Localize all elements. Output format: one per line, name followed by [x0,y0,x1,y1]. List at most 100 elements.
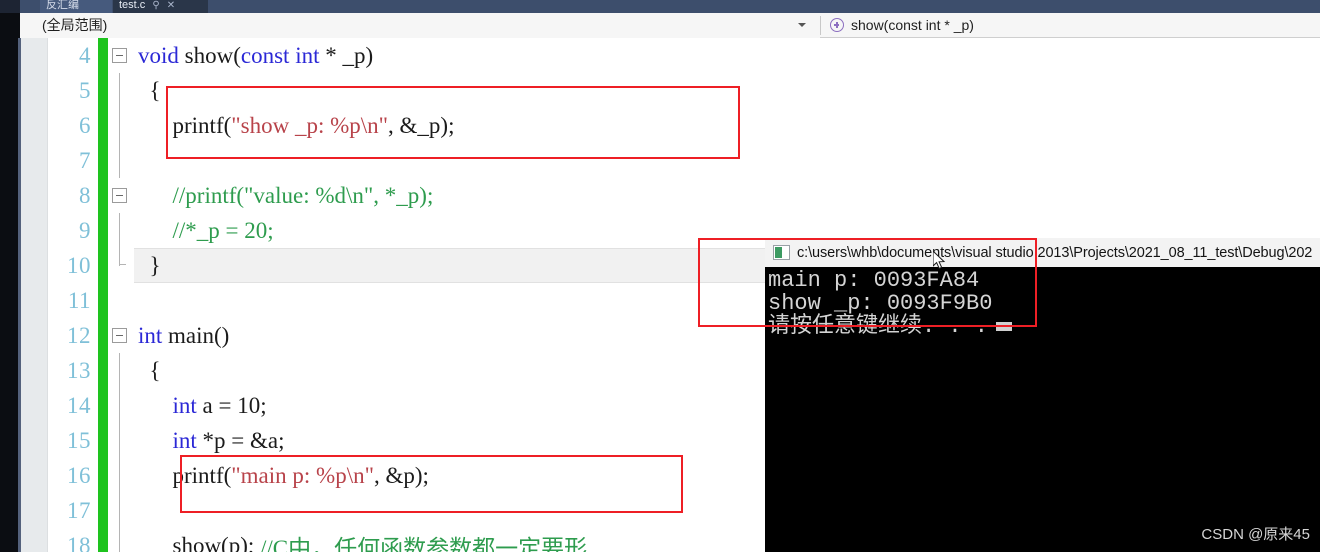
console-output: main p: 0093FA84 show _p: 0093F9B0 请按任意键继续… [765,267,1320,338]
console-cursor [996,321,1013,331]
token-pln: main() [162,322,230,348]
close-icon[interactable]: ✕ [167,0,175,11]
outlining-glyph-column[interactable] [108,108,134,143]
line-number: 12 [67,322,91,348]
code-text[interactable] [134,143,768,178]
outlining-glyph-column[interactable] [108,528,134,552]
code-text[interactable]: { [134,73,768,108]
code-line-11[interactable]: 11 [48,283,768,318]
tabstrip-left-filler [0,0,20,13]
token-str: "show _p: %p\n" [231,112,389,138]
code-line-14[interactable]: 14 int a = 10; [48,388,768,423]
console-window[interactable]: c:\users\whb\documents\visual studio 201… [765,238,1320,552]
code-line-15[interactable]: 15 int *p = &a; [48,423,768,458]
outlining-glyph-column[interactable] [108,458,134,493]
code-line-18[interactable]: 18 show(p); //C中，任何函数参数都一定要形 [48,528,768,552]
outlining-glyph-column[interactable] [108,73,134,108]
outlining-glyph-column[interactable] [108,178,134,213]
code-line-12[interactable]: 12 int main() [48,318,768,353]
outlining-glyph-column[interactable] [108,143,134,178]
change-indicator-bar [98,528,108,552]
console-title-bar[interactable]: c:\users\whb\documents\visual studio 201… [765,238,1320,267]
code-line-7[interactable]: 7 [48,143,768,178]
mouse-cursor-icon [933,251,946,270]
line-number: 4 [79,42,91,68]
outlining-glyph-column[interactable] [108,318,134,353]
change-indicator-bar [98,388,108,423]
fold-collapse-icon[interactable] [112,48,127,63]
code-text[interactable]: //printf("value: %d\n", *_p); [134,178,768,213]
window-left-dark-strip [0,13,20,552]
code-editor[interactable]: 4 void show(const int * _p) 5 {6 printf("s… [48,38,768,552]
code-text[interactable]: int main() [134,318,768,353]
change-indicator-bar [98,73,108,108]
code-line-9[interactable]: 9 //*_p = 20; [48,213,768,248]
code-line-5[interactable]: 5 { [48,73,768,108]
line-number: 8 [79,182,91,208]
token-pln: a = 10; [196,392,267,418]
fold-collapse-icon[interactable] [112,188,127,203]
code-line-17[interactable]: 17 [48,493,768,528]
token-pln: , &p); [373,462,429,488]
code-text[interactable]: show(p); //C中，任何函数参数都一定要形 [134,528,768,552]
code-text[interactable]: int a = 10; [134,388,768,423]
document-tab-strip: 反汇编 test.c ⚲ ✕ [0,0,1320,13]
outlining-glyph-column[interactable] [108,423,134,458]
code-text[interactable]: } [134,248,768,283]
code-line-16[interactable]: 16 printf("main p: %p\n", &p); [48,458,768,493]
navigation-bar: (全局范围) show(const int * _p) [20,12,1320,38]
outlining-glyph-column[interactable] [108,213,134,248]
outlining-line [119,73,121,108]
code-text[interactable]: printf("show _p: %p\n", &_p); [134,108,768,143]
code-text[interactable] [134,493,768,528]
method-icon [830,18,844,32]
code-line-6[interactable]: 6 printf("show _p: %p\n", &_p); [48,108,768,143]
change-indicator-bar [98,178,108,213]
outlining-glyph-column[interactable] [108,388,134,423]
outlining-glyph-column[interactable] [108,353,134,388]
change-indicator-bar [98,38,108,73]
scope-label: (全局范围) [42,17,108,33]
code-text[interactable]: int *p = &a; [134,423,768,458]
code-text[interactable]: printf("main p: %p\n", &p); [134,458,768,493]
token-pln: * _p) [319,42,374,68]
outlining-line [119,423,121,458]
code-text[interactable] [134,283,768,318]
line-number: 6 [79,112,91,138]
change-indicator-bar [98,248,108,283]
outlining-line [119,108,121,143]
pin-icon[interactable]: ⚲ [152,0,159,11]
token-kw: int [172,427,197,453]
code-line-13[interactable]: 13 { [48,353,768,388]
token-pln: } [138,252,161,278]
line-number: 16 [67,462,91,488]
code-text[interactable]: void show(const int * _p) [134,38,768,73]
token-kw: int [295,42,320,68]
line-number: 14 [67,392,91,418]
token-kw: int [138,322,163,348]
member-dropdown[interactable]: show(const int * _p) [821,13,1320,38]
code-text[interactable]: { [134,353,768,388]
console-line: show _p: 0093F9B0 [768,291,993,316]
outlining-glyph-column[interactable] [108,38,134,73]
tab-disassembly[interactable]: 反汇编 [40,0,112,13]
tab-test-c[interactable]: test.c ⚲ ✕ [113,0,208,13]
outlining-glyph-column[interactable] [108,493,134,528]
token-pln: printf( [138,112,232,138]
token-kw: const [240,42,290,68]
code-line-10[interactable]: 10 } [48,248,768,283]
console-line: main p: 0093FA84 [768,268,980,293]
code-line-4[interactable]: 4 void show(const int * _p) [48,38,768,73]
console-line: 请按任意键继续. . . [768,315,1320,338]
code-line-8[interactable]: 8 //printf("value: %d\n", *_p); [48,178,768,213]
fold-collapse-icon[interactable] [112,328,127,343]
token-pln: { [138,77,161,103]
chevron-down-icon[interactable] [798,23,806,27]
outlining-glyph-column[interactable] [108,283,134,318]
outlining-glyph-column[interactable] [108,248,134,283]
vs-editor-window: 反汇编 test.c ⚲ ✕ (全局范围) show(const int * _… [0,0,1320,552]
scope-dropdown[interactable]: (全局范围) [20,12,820,38]
editor-indicator-margin[interactable] [21,38,48,552]
token-com: //*_p = 20; [138,217,274,243]
code-text[interactable]: //*_p = 20; [134,213,768,248]
